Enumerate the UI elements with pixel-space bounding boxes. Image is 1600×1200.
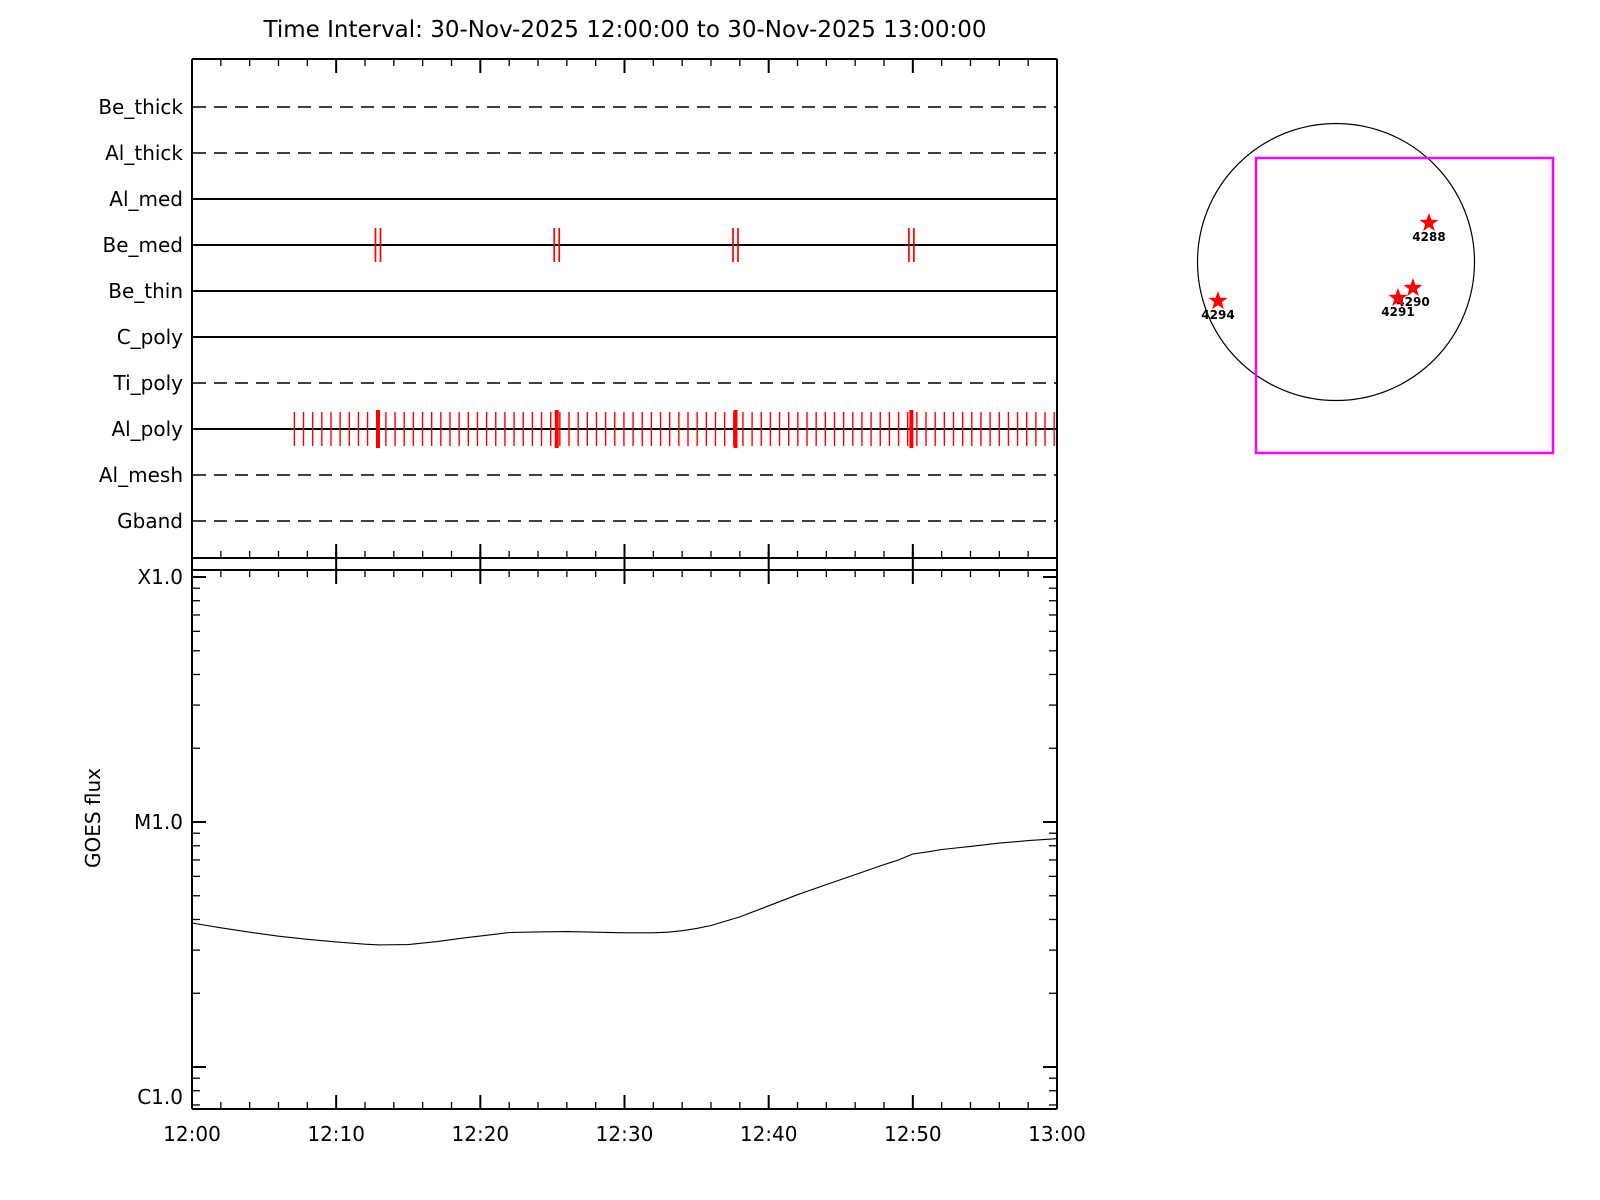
x-tick-label: 12:40 [740, 1122, 798, 1146]
filter-label-gband: Gband [117, 509, 183, 533]
filter-label-al_thick: Al_thick [105, 141, 183, 165]
goes-y-tick-label: C1.0 [137, 1085, 183, 1109]
x-tick-label: 13:00 [1028, 1122, 1086, 1146]
filter-label-al_mesh: Al_mesh [99, 463, 183, 487]
active-region-star-4290 [1403, 278, 1423, 297]
active-region-label-4294: 4294 [1201, 308, 1234, 322]
filter-label-be_med: Be_med [102, 233, 183, 257]
filter-label-ti_poly: Ti_poly [113, 371, 184, 395]
goes-y-tick-label: X1.0 [137, 565, 183, 589]
goes-y-tick-label: M1.0 [134, 810, 183, 834]
filter-label-al_med: Al_med [109, 187, 183, 211]
filter-label-be_thick: Be_thick [98, 95, 183, 119]
x-tick-label: 12:50 [884, 1122, 942, 1146]
x-tick-label: 12:20 [452, 1122, 510, 1146]
active-region-label-4288: 4288 [1412, 230, 1445, 244]
goes-flux-curve [191, 838, 1058, 946]
active-region-label-4291: 4291 [1381, 305, 1414, 319]
filter-label-be_thin: Be_thin [108, 279, 183, 303]
x-tick-label: 12:10 [307, 1122, 365, 1146]
active-region-star-4288 [1419, 213, 1439, 232]
x-tick-label: 12:00 [163, 1122, 221, 1146]
observation-timeline-svg: 12:00 12:10 12:20 12:30 12:40 12:50 13:00 Be_th… [98, 58, 1555, 1146]
active-region-star-4294 [1208, 291, 1228, 310]
x-tick-label: 12:30 [596, 1122, 654, 1146]
filter-label-al_poly: Al_poly [111, 417, 183, 441]
observation-plan-screen: { "title": "Time Interval: 30-Nov-2025 1… [0, 0, 1600, 1200]
solar-disk-circle [1196, 122, 1476, 402]
filter-label-c_poly: C_poly [117, 325, 183, 349]
